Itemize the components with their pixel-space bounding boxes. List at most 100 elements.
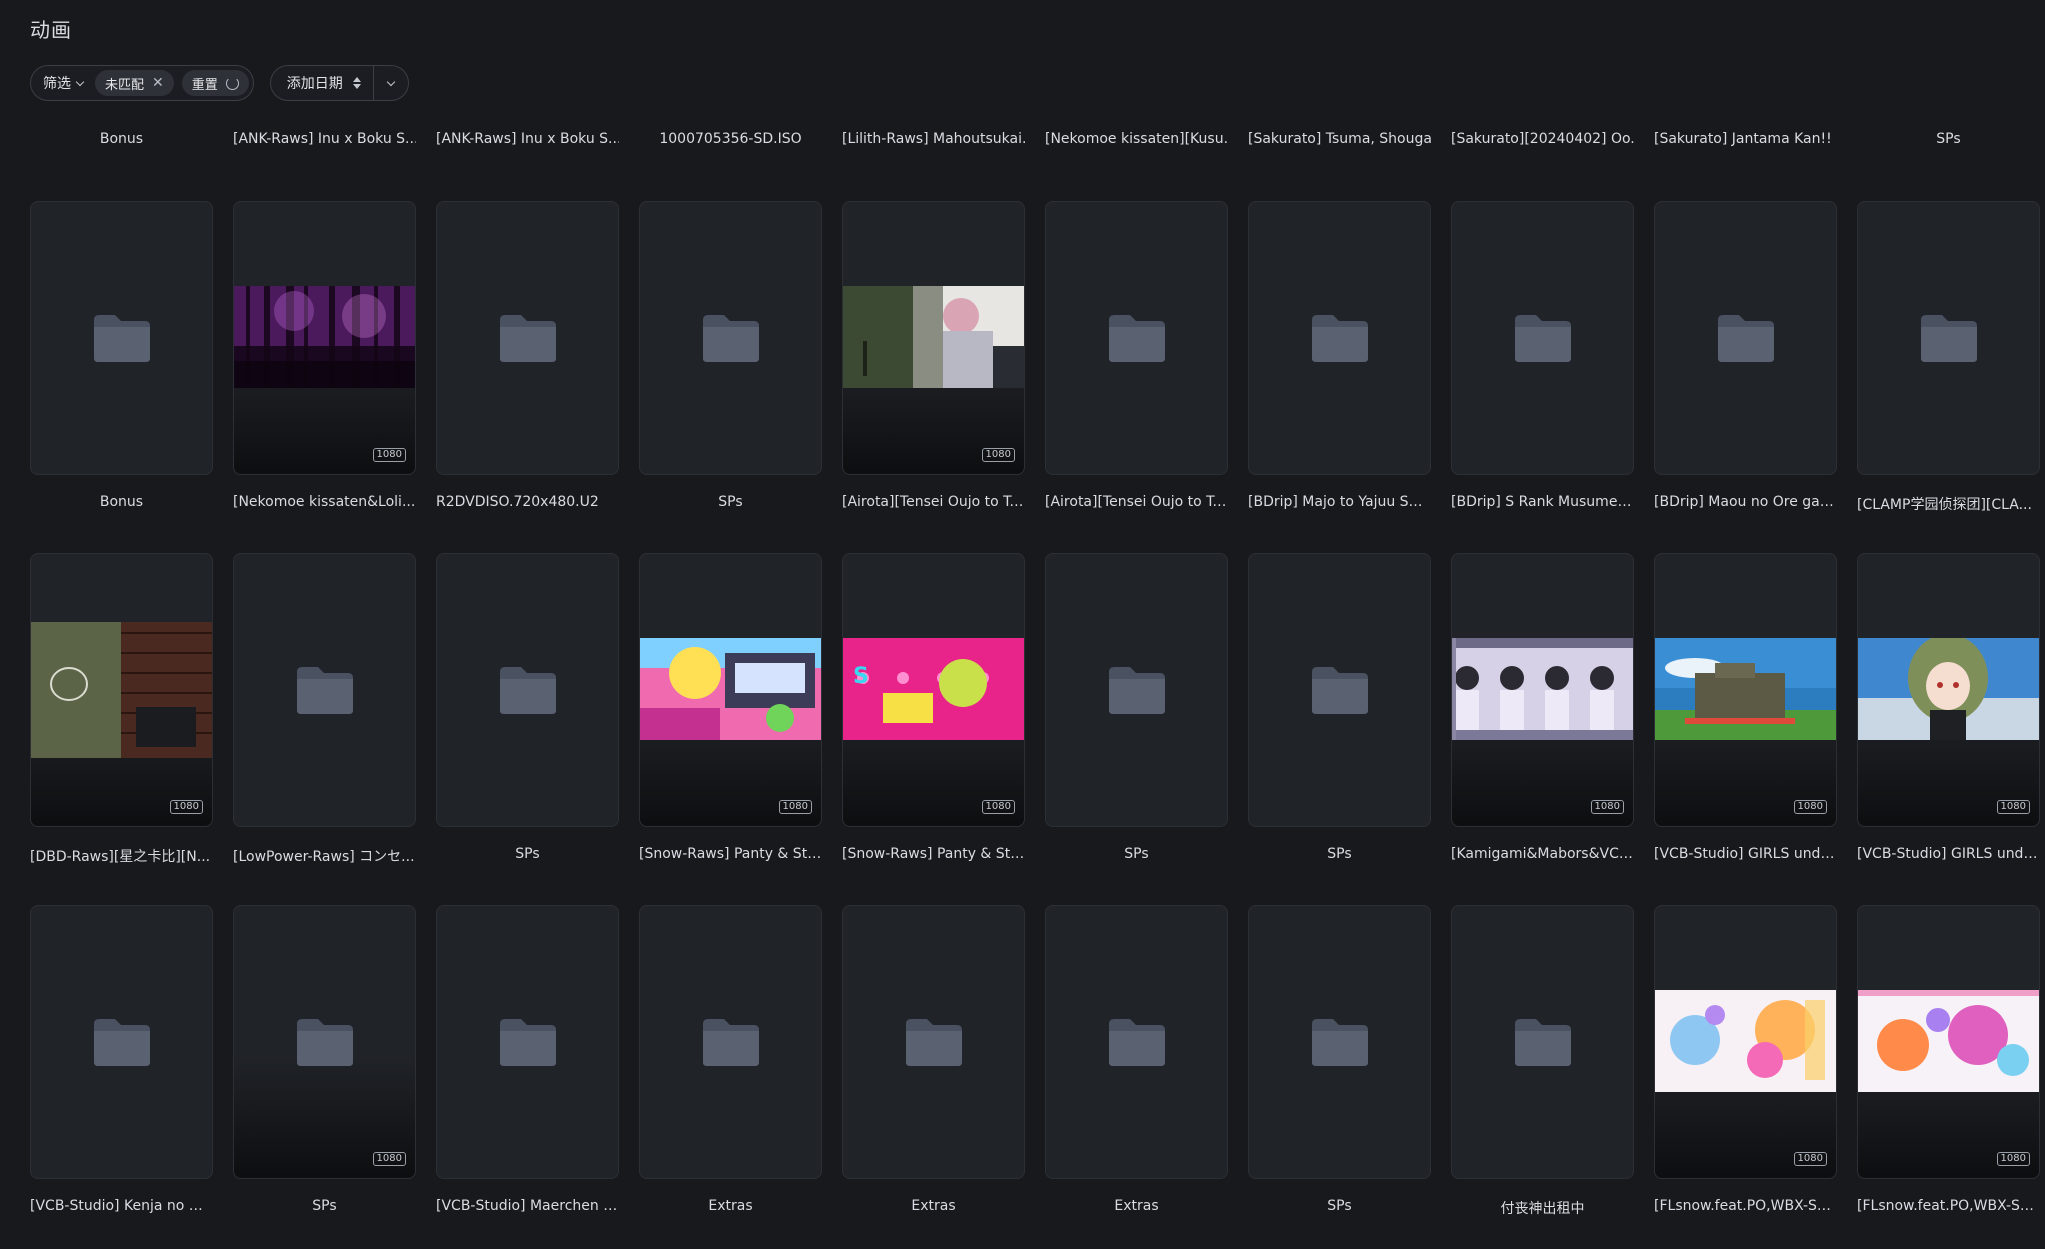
resolution-badge: 1080 [1793,800,1827,814]
top-row-title[interactable]: [Sakurato] Jantama Kan!! ... [1654,131,1837,147]
card-poster[interactable]: S 1080 [842,553,1025,827]
card-poster[interactable] [436,201,619,475]
resolution-badge: 1080 [1996,800,2030,814]
folder-icon [700,1016,762,1068]
card-title[interactable]: [CLAMP学园侦探团][CLA... [1857,494,2040,514]
thumbnail-image [1858,990,2039,1092]
card-poster[interactable] [1654,201,1837,475]
top-row-title[interactable]: 1000705356-SD.ISO [639,131,822,147]
card-poster[interactable] [1045,201,1228,475]
thumbnail-image [1655,638,1836,740]
card-title[interactable]: [VCB-Studio] GIRLS und P... [1857,846,2040,862]
folder-icon [91,1016,153,1068]
card-title[interactable]: SPs [1248,1198,1431,1214]
resolution-badge: 1080 [372,448,406,462]
card-poster[interactable] [1451,905,1634,1179]
card-poster[interactable] [436,905,619,1179]
card-title[interactable]: [BDrip] S Rank Musume S... [1451,494,1634,510]
card-title[interactable]: 付丧神出租中 [1451,1198,1634,1218]
card-title[interactable]: SPs [639,494,822,510]
resolution-badge: 1080 [1996,1152,2030,1166]
folder-icon [1309,312,1371,364]
card-title[interactable]: [LowPower-Raws] コンセ... [233,846,416,866]
card-title[interactable]: [FLsnow.feat.PO,WBX-SU... [1857,1198,2040,1214]
card-poster[interactable] [1248,201,1431,475]
resolution-badge: 1080 [981,800,1015,814]
card-title[interactable]: [Airota][Tensei Oujo to Te... [842,494,1025,510]
folder-icon [1106,1016,1168,1068]
card-poster[interactable]: 1080 [1451,553,1634,827]
card-poster[interactable] [30,905,213,1179]
card-poster[interactable]: 1080 [639,553,822,827]
card-title[interactable]: SPs [233,1198,416,1214]
card-poster[interactable] [639,905,822,1179]
card-title[interactable]: Extras [1045,1198,1228,1214]
card-title[interactable]: [VCB-Studio] GIRLS und P... [1654,846,1837,862]
card-poster[interactable]: 1080 [233,201,416,475]
card-poster[interactable] [1045,553,1228,827]
resolution-badge: 1080 [1590,800,1624,814]
card-title[interactable]: [Airota][Tensei Oujo to Te... [1045,494,1228,510]
card-poster[interactable] [30,201,213,475]
card-title[interactable]: [BDrip] Majo to Yajuu S01... [1248,494,1431,510]
card-poster[interactable]: 1080 [1654,553,1837,827]
card-poster[interactable]: 1080 [1857,905,2040,1179]
folder-icon [497,312,559,364]
card-poster[interactable] [639,201,822,475]
card-title[interactable]: [Kamigami&Mabors&VCB... [1451,846,1634,862]
card-title[interactable]: [VCB-Studio] Kenja no De... [30,1198,213,1214]
card-title[interactable]: [DBD-Raws][星之卡比][N... [30,846,213,866]
folder-icon [497,664,559,716]
thumbnail-image [1655,990,1836,1092]
card-title[interactable]: [Snow-Raws] Panty & Sto... [842,846,1025,862]
card-poster[interactable] [1045,905,1228,1179]
folder-icon [1512,1016,1574,1068]
card-title[interactable]: [FLsnow.feat.PO,WBX-SU... [1654,1198,1837,1214]
card-poster[interactable]: 1080 [1857,553,2040,827]
card-title[interactable]: [VCB-Studio] Maerchen M... [436,1198,619,1214]
resolution-badge: 1080 [1793,1152,1827,1166]
card-title[interactable]: SPs [1248,846,1431,862]
top-row-title[interactable]: [Lilith-Raws] Mahoutsukai... [842,131,1025,147]
thumbnail-image [1452,638,1633,740]
card-title[interactable]: Extras [639,1198,822,1214]
card-poster[interactable] [1451,201,1634,475]
top-row-title[interactable]: [Sakurato][20240402] Oo... [1451,131,1634,147]
card-poster[interactable]: 1080 [30,553,213,827]
svg-text:S: S [853,664,869,689]
card-title[interactable]: R2DVDISO.720x480.U2 [436,494,619,510]
card-poster[interactable] [1248,553,1431,827]
folder-icon [497,1016,559,1068]
folder-icon [1309,664,1371,716]
folder-icon [903,1016,965,1068]
card-poster[interactable] [233,553,416,827]
card-poster[interactable] [436,553,619,827]
top-row-title[interactable]: [Nekomoe kissaten][Kusu... [1045,131,1228,147]
card-poster[interactable]: 1080 [233,905,416,1179]
top-row-title[interactable]: [ANK-Raws] Inu x Boku S... [233,131,416,147]
thumbnail-image: S [843,638,1024,740]
card-title[interactable]: SPs [1045,846,1228,862]
top-row-title[interactable]: [ANK-Raws] Inu x Boku S... [436,131,619,147]
top-row-title[interactable]: [Sakurato] Tsuma, Shouga... [1248,131,1431,147]
card-poster[interactable] [1248,905,1431,1179]
card-title[interactable]: [BDrip] Maou no Ore ga ... [1654,494,1837,510]
top-row-title[interactable]: SPs [1857,131,2040,147]
folder-icon [1309,1016,1371,1068]
resolution-badge: 1080 [372,1152,406,1166]
card-poster[interactable] [1857,201,2040,475]
card-title[interactable]: SPs [436,846,619,862]
thumbnail-image [31,622,212,758]
thumbnail-image [640,638,821,740]
folder-icon [1512,312,1574,364]
card-title[interactable]: [Snow-Raws] Panty & Sto... [639,846,822,862]
card-poster[interactable]: 1080 [842,201,1025,475]
top-row-title[interactable]: Bonus [30,131,213,147]
card-title[interactable]: [Nekomoe kissaten&Loli... [233,494,416,510]
folder-icon [1918,312,1980,364]
card-poster[interactable] [842,905,1025,1179]
card-poster[interactable]: 1080 [1654,905,1837,1179]
card-title[interactable]: Bonus [30,494,213,510]
folder-icon [1715,312,1777,364]
card-title[interactable]: Extras [842,1198,1025,1214]
